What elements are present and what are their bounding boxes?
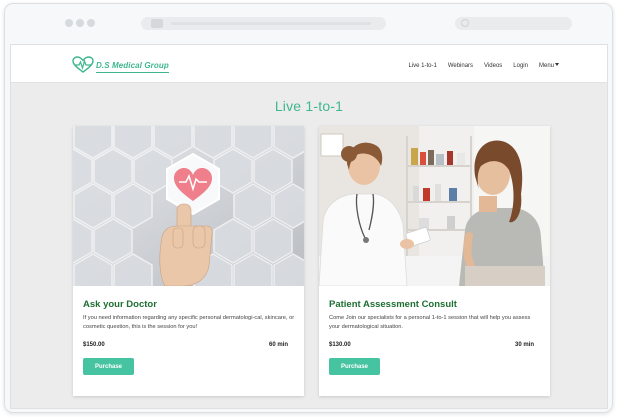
menu-label: Menu bbox=[538, 63, 554, 69]
card-price: $150.00 bbox=[83, 342, 105, 348]
nav-item-menu[interactable]: Menu bbox=[539, 63, 559, 69]
session-card-ask-doctor: Ask your Doctor If you need information … bbox=[73, 126, 304, 396]
card-description: Come Join our specialists for a personal… bbox=[329, 315, 531, 330]
browser-toolbar bbox=[5, 4, 612, 44]
browser-search-bar[interactable] bbox=[455, 17, 572, 30]
purchase-button[interactable]: Purchase bbox=[329, 358, 380, 375]
site-logo[interactable]: D.S Medical Group bbox=[72, 55, 169, 75]
card-duration: 60 min bbox=[268, 342, 288, 348]
hexagon-heart-illustration bbox=[73, 126, 304, 286]
card-title: Patient Assessment Consult bbox=[329, 299, 457, 310]
main-nav: Live 1-to-1 Webinars Videos Login Menu bbox=[408, 63, 559, 69]
search-icon bbox=[461, 19, 469, 27]
card-image-hexagons bbox=[73, 126, 304, 286]
address-bar[interactable] bbox=[141, 17, 386, 30]
window-dot-icon[interactable] bbox=[65, 19, 73, 27]
site-navbar: D.S Medical Group Live 1-to-1 Webinars V… bbox=[11, 45, 607, 83]
page-icon bbox=[151, 19, 163, 28]
caret-down-icon bbox=[555, 63, 559, 66]
nav-item-login[interactable]: Login bbox=[513, 63, 528, 69]
nav-item-live[interactable]: Live 1-to-1 bbox=[408, 63, 436, 69]
purchase-button[interactable]: Purchase bbox=[83, 358, 134, 375]
card-duration: 30 min bbox=[514, 342, 534, 348]
card-description: If you need information regarding any sp… bbox=[83, 315, 295, 330]
card-title: Ask your Doctor bbox=[83, 299, 157, 310]
doctor-patient-photo bbox=[319, 126, 550, 286]
website-viewport: D.S Medical Group Live 1-to-1 Webinars V… bbox=[10, 44, 608, 409]
address-placeholder bbox=[171, 22, 371, 25]
heart-pulse-icon bbox=[72, 56, 94, 73]
nav-item-videos[interactable]: Videos bbox=[484, 63, 502, 69]
page-title: Live 1-to-1 bbox=[274, 98, 344, 114]
browser-window: D.S Medical Group Live 1-to-1 Webinars V… bbox=[4, 3, 613, 413]
session-card-assessment: Patient Assessment Consult Come Join our… bbox=[319, 126, 550, 396]
window-dot-icon[interactable] bbox=[76, 19, 84, 27]
card-price: $130.00 bbox=[329, 342, 351, 348]
card-image-consultation bbox=[319, 126, 550, 286]
nav-item-webinars[interactable]: Webinars bbox=[448, 63, 473, 69]
logo-text: D.S Medical Group bbox=[96, 60, 169, 73]
window-dot-icon[interactable] bbox=[87, 19, 95, 27]
